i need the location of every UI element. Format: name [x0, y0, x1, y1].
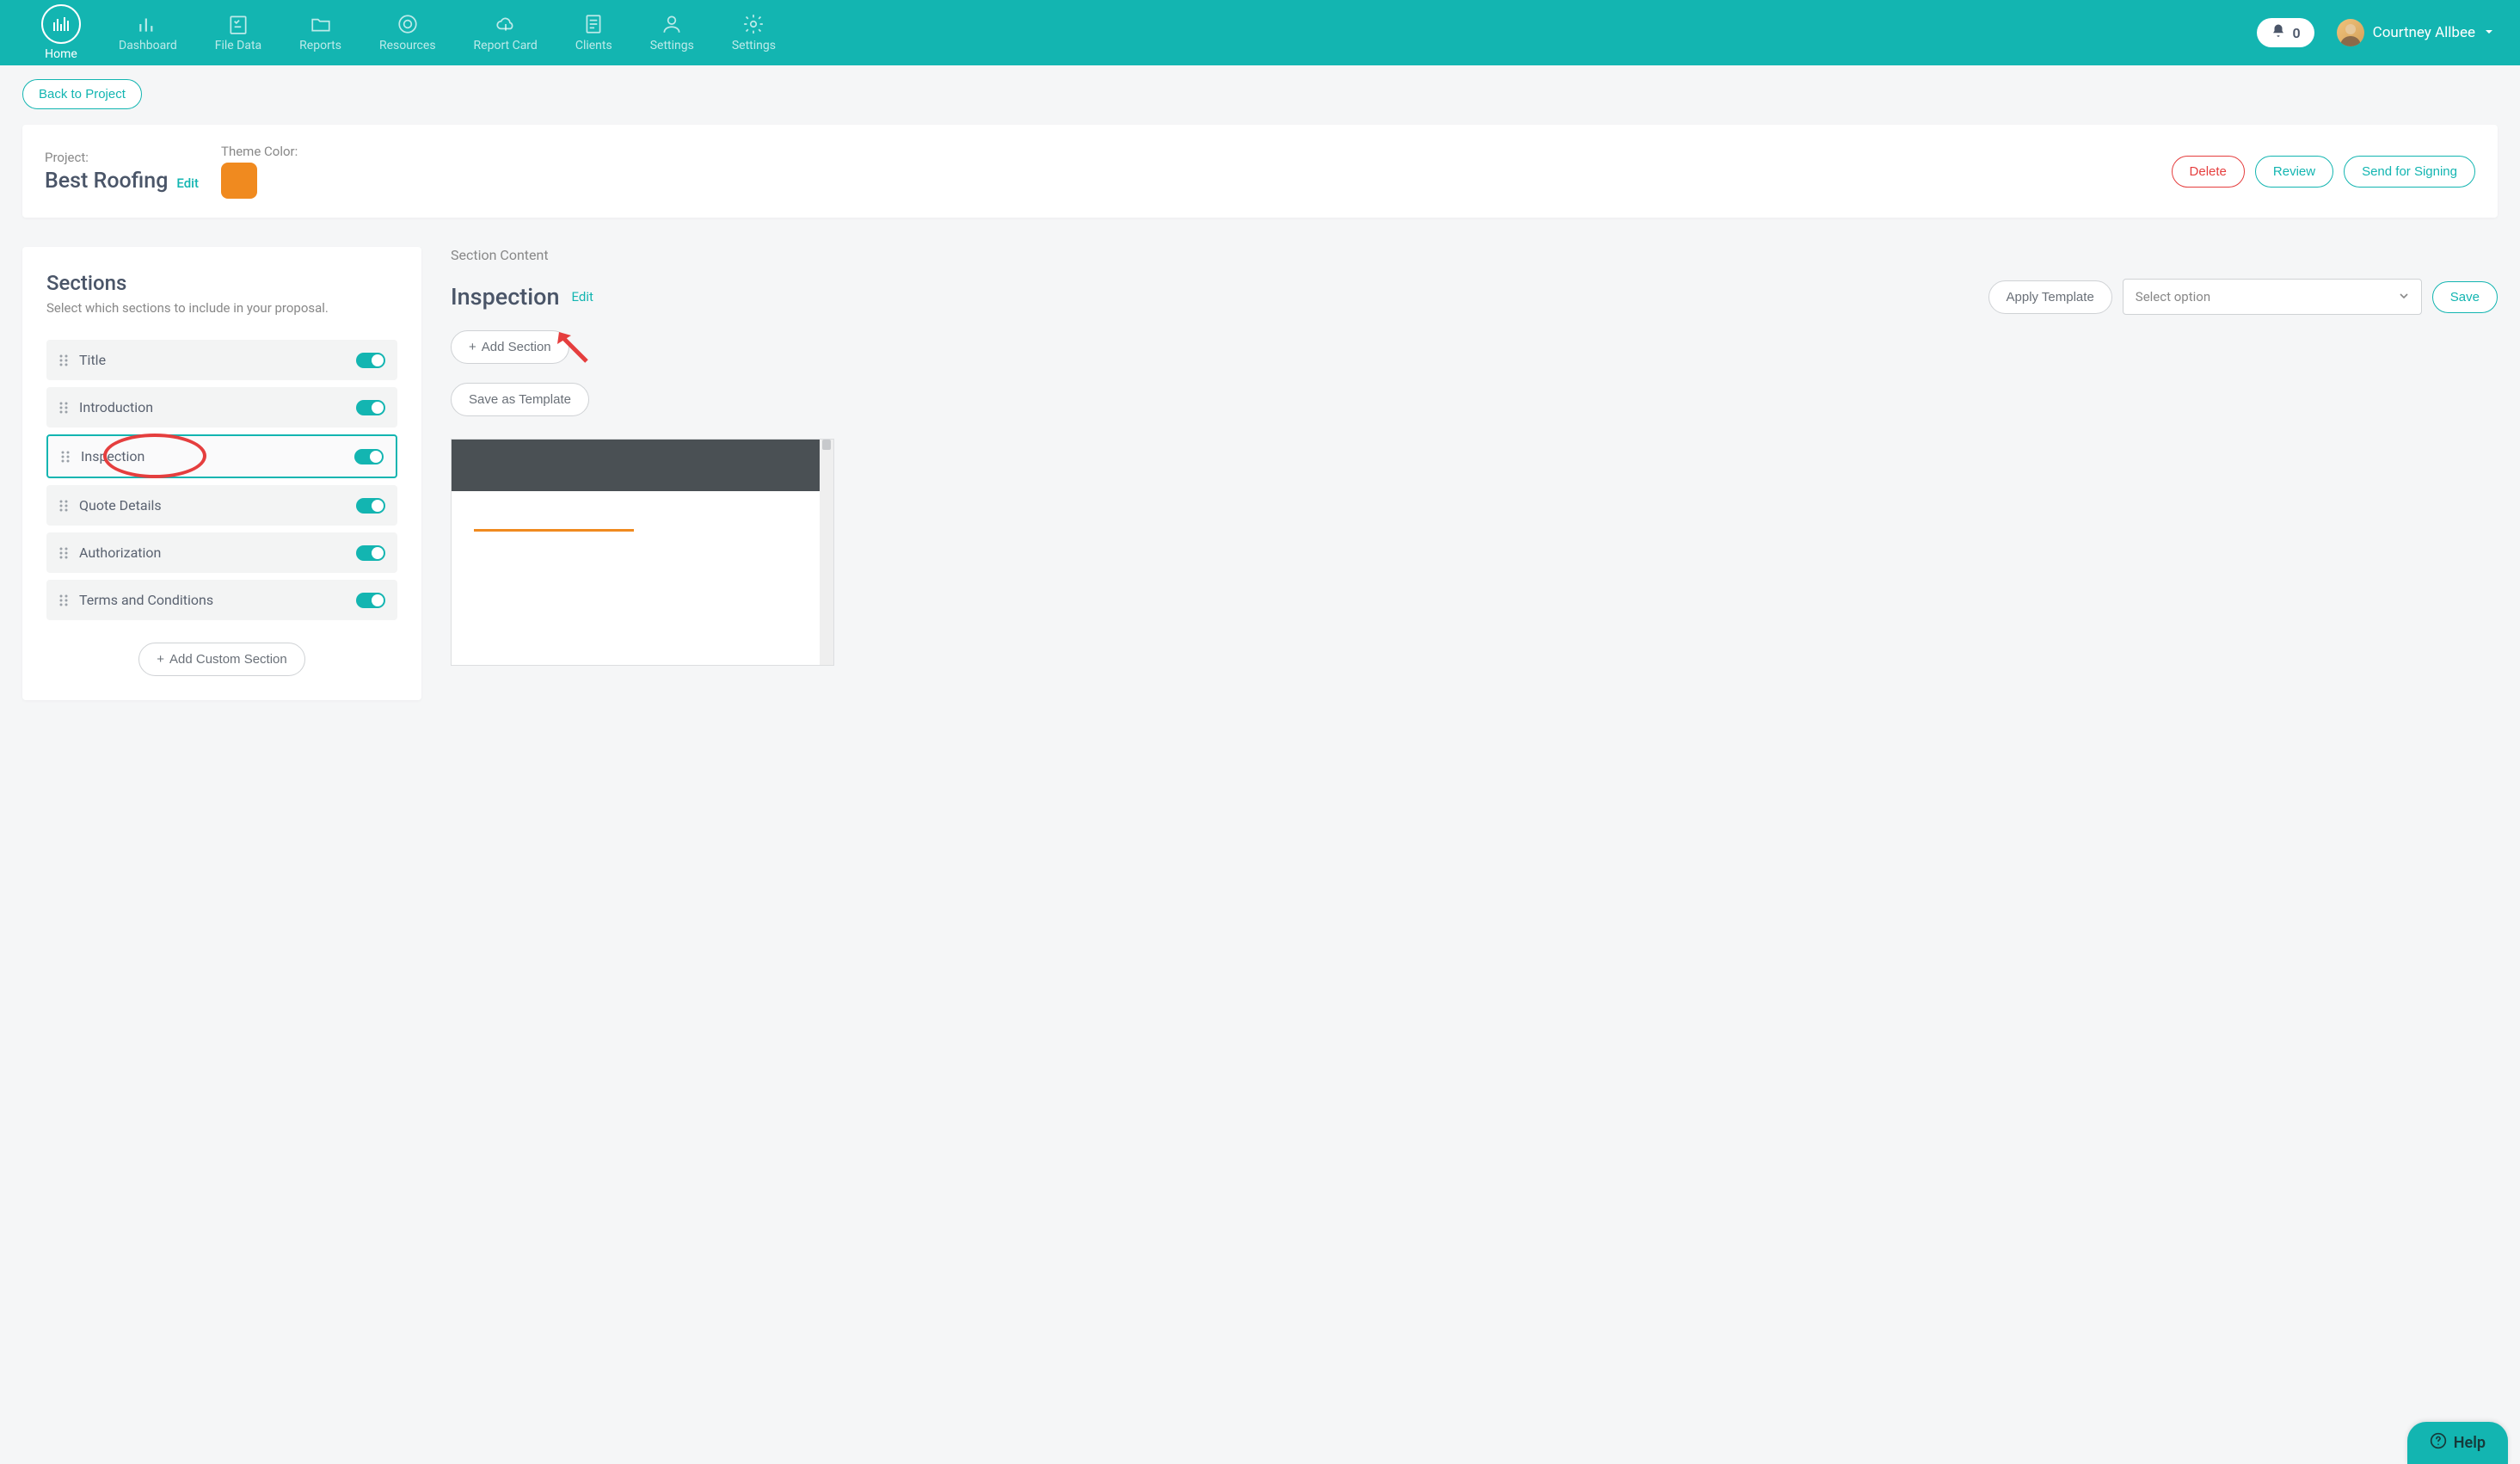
help-icon [2430, 1432, 2447, 1454]
bell-icon [2271, 23, 2286, 42]
nav-label: Resources [379, 39, 436, 52]
delete-button[interactable]: Delete [2172, 156, 2245, 188]
content-edit-link[interactable]: Edit [572, 289, 593, 304]
cloud-icon [495, 13, 517, 35]
add-custom-section-button[interactable]: + Add Custom Section [138, 643, 305, 676]
preview-divider [474, 529, 634, 532]
section-row-title[interactable]: Title [46, 340, 397, 380]
sections-subtitle: Select which sections to include in your… [46, 300, 397, 316]
notification-count: 0 [2293, 25, 2301, 41]
notification-pill[interactable]: 0 [2257, 18, 2314, 47]
nav-clients[interactable]: Clients [560, 9, 628, 56]
plus-icon: + [469, 340, 476, 354]
user-menu[interactable]: Courtney Allbee [2337, 19, 2494, 46]
section-toggle[interactable] [354, 449, 384, 464]
section-content-pane: Section Content Inspection Edit Apply Te… [451, 247, 2498, 666]
plus-icon: + [157, 652, 164, 667]
user-name: Courtney Allbee [2373, 24, 2475, 41]
section-toggle[interactable] [356, 498, 385, 514]
section-toggle[interactable] [356, 545, 385, 561]
chart-icon [137, 13, 159, 35]
apply-template-button[interactable]: Apply Template [1988, 280, 2112, 314]
nav-label: Clients [575, 39, 612, 52]
folder-icon [310, 13, 332, 35]
save-as-template-button[interactable]: Save as Template [451, 383, 589, 416]
save-button[interactable]: Save [2432, 281, 2498, 313]
top-nav: Home Dashboard File Data Reports Resourc… [0, 0, 2520, 65]
section-toggle[interactable] [356, 353, 385, 368]
drag-handle-icon[interactable] [58, 354, 69, 367]
nav-label: Report Card [474, 39, 538, 52]
drag-handle-icon[interactable] [58, 499, 69, 513]
project-name: Best Roofing [45, 169, 168, 194]
select-placeholder: Select option [2136, 289, 2210, 304]
section-name: Quote Details [79, 497, 346, 514]
project-bar: Project: Best Roofing Edit Theme Color: … [22, 125, 2498, 218]
bars-icon [41, 4, 81, 44]
send-for-signing-button[interactable]: Send for Signing [2344, 156, 2475, 188]
section-row-introduction[interactable]: Introduction [46, 387, 397, 428]
nav-label: Settings [650, 39, 694, 52]
target-icon [396, 13, 419, 35]
section-row-inspection[interactable]: Inspection [46, 434, 397, 478]
section-row-quote-details[interactable]: Quote Details [46, 485, 397, 526]
theme-color-swatch[interactable] [221, 163, 257, 199]
content-title: Inspection [451, 283, 560, 311]
section-row-terms[interactable]: Terms and Conditions [46, 580, 397, 620]
drag-handle-icon[interactable] [58, 594, 69, 607]
nav-file-data[interactable]: File Data [200, 9, 277, 56]
section-content-label: Section Content [451, 247, 2498, 263]
checklist-icon [227, 13, 249, 35]
nav-label: Home [45, 47, 77, 61]
sections-panel: Sections Select which sections to includ… [22, 247, 421, 700]
help-label: Help [2454, 1434, 2486, 1452]
nav-label: Settings [732, 39, 776, 52]
nav-label: Dashboard [119, 39, 177, 52]
gear-icon [742, 13, 765, 35]
nav-label: File Data [215, 39, 261, 52]
add-section-label: Add Section [482, 340, 551, 354]
template-select[interactable]: Select option [2123, 279, 2422, 315]
sections-title: Sections [46, 271, 397, 295]
section-name: Introduction [79, 399, 346, 415]
chevron-down-icon [2399, 289, 2409, 304]
section-name: Authorization [79, 544, 346, 561]
add-section-button[interactable]: + Add Section [451, 330, 569, 364]
avatar [2337, 19, 2364, 46]
section-toggle[interactable] [356, 400, 385, 415]
nav-reports[interactable]: Reports [284, 9, 357, 56]
back-to-project-button[interactable]: Back to Project [22, 79, 142, 109]
review-button[interactable]: Review [2255, 156, 2333, 188]
nav-clients-person[interactable]: Settings [635, 9, 710, 56]
nav-settings[interactable]: Settings [716, 9, 791, 56]
chevron-down-icon [2484, 24, 2494, 41]
nav-report-card[interactable]: Report Card [458, 9, 553, 56]
nav-dashboard[interactable]: Dashboard [103, 9, 193, 56]
nav-label: Reports [299, 39, 341, 52]
preview-header [452, 440, 833, 491]
document-preview [451, 439, 834, 666]
project-edit-link[interactable]: Edit [176, 175, 199, 191]
nav-resources[interactable]: Resources [364, 9, 452, 56]
person-icon [661, 13, 683, 35]
section-name: Inspection [81, 448, 344, 464]
section-name: Terms and Conditions [79, 592, 346, 608]
project-label: Project: [45, 150, 199, 165]
preview-scrollbar[interactable] [820, 440, 833, 665]
section-row-authorization[interactable]: Authorization [46, 532, 397, 573]
section-name: Title [79, 352, 346, 368]
section-toggle[interactable] [356, 593, 385, 608]
drag-handle-icon[interactable] [58, 546, 69, 560]
drag-handle-icon[interactable] [58, 401, 69, 415]
add-custom-label: Add Custom Section [169, 652, 287, 667]
nav-home[interactable]: Home [26, 1, 96, 65]
theme-color-label: Theme Color: [221, 144, 298, 159]
help-button[interactable]: Help [2407, 1422, 2508, 1464]
drag-handle-icon[interactable] [60, 450, 71, 464]
doc-icon [582, 13, 605, 35]
